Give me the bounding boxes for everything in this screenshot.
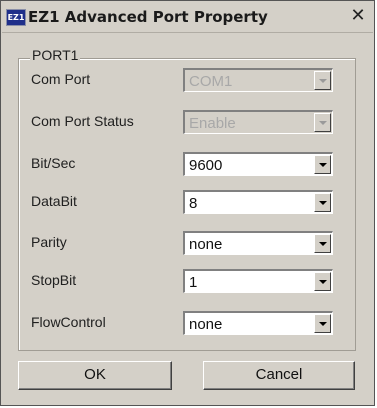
- com-port-label: Com Port: [31, 71, 91, 87]
- parity-label: Parity: [31, 234, 67, 250]
- chevron-down-icon[interactable]: [314, 234, 331, 253]
- app-icon: EZ1: [6, 9, 26, 26]
- com-port-status-select: Enable: [183, 110, 333, 134]
- chevron-down-icon[interactable]: [314, 193, 331, 212]
- stopbit-label: StopBit: [31, 272, 77, 288]
- close-icon[interactable]: ✕: [348, 7, 368, 26]
- databit-label: DataBit: [31, 193, 77, 209]
- bit-sec-label: Bit/Sec: [31, 155, 76, 171]
- bit-sec-select[interactable]: 9600: [183, 152, 333, 176]
- stopbit-select[interactable]: 1: [183, 269, 333, 293]
- chevron-down-icon[interactable]: [314, 155, 331, 174]
- databit-select[interactable]: 8: [183, 190, 333, 214]
- ok-button[interactable]: OK: [18, 361, 172, 390]
- com-port-status-value: Enable: [189, 115, 236, 132]
- com-port-select: COM1: [183, 68, 333, 92]
- chevron-down-icon[interactable]: [314, 314, 331, 333]
- group-label: PORT1: [30, 47, 81, 63]
- com-port-value: COM1: [189, 73, 233, 90]
- chevron-down-icon: [314, 113, 331, 132]
- parity-value: none: [189, 236, 223, 253]
- chevron-down-icon[interactable]: [314, 272, 331, 291]
- databit-value: 8: [189, 195, 198, 212]
- window-title: EZ1 Advanced Port Property: [28, 8, 268, 26]
- flowcontrol-value: none: [189, 316, 223, 333]
- cancel-button[interactable]: Cancel: [203, 361, 355, 390]
- stopbit-value: 1: [189, 274, 198, 291]
- flowcontrol-select[interactable]: none: [183, 311, 333, 335]
- title-bar: EZ1 EZ1 Advanced Port Property ✕: [2, 2, 373, 33]
- bit-sec-value: 9600: [189, 157, 223, 174]
- com-port-status-label: Com Port Status: [31, 113, 134, 129]
- flowcontrol-label: FlowControl: [31, 314, 106, 330]
- chevron-down-icon: [314, 71, 331, 90]
- parity-select[interactable]: none: [183, 231, 333, 255]
